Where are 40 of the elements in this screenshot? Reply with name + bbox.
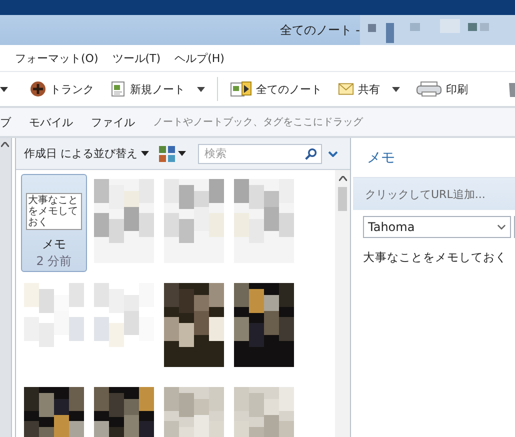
drop-hint: ノートやノートブック、タグをここにドラッグ — [153, 116, 363, 129]
all-notes-button[interactable]: 全てのノート — [226, 79, 326, 99]
share-button[interactable]: 共有 — [334, 79, 404, 99]
note-time: 2 分前 — [36, 253, 72, 270]
caret-icon[interactable] — [0, 86, 8, 92]
window-title: 全てのノート - — [280, 22, 360, 38]
note-snippet: 大事なことをメモしておく — [26, 193, 82, 230]
printer-icon — [416, 81, 442, 97]
scrollbar[interactable] — [335, 170, 350, 437]
sort-button[interactable]: 作成日 による並び替え — [24, 146, 150, 161]
note-icon — [110, 81, 126, 97]
note-body: 大事なことをメモしておく — [362, 249, 508, 265]
note-title: メモ — [42, 236, 66, 253]
thumbnail-grid-icon — [159, 146, 176, 162]
font-dropdown[interactable]: Tahoma — [363, 216, 511, 238]
search-icon — [305, 148, 318, 160]
notes-icon — [230, 81, 252, 97]
url-field[interactable]: クリックしてURL追加... — [353, 178, 515, 210]
new-note-button[interactable]: 新規ノート — [106, 79, 209, 99]
menu-item[interactable]: ツール(T) — [112, 50, 161, 66]
trunk-button[interactable]: トランク — [26, 79, 98, 99]
search-field[interactable]: 検索 — [198, 144, 322, 164]
note-card[interactable]: 大事なことをメモしておく メモ 2 分前 — [20, 174, 87, 272]
trunk-icon — [30, 81, 46, 97]
menu-item[interactable]: フォーマット(O) — [15, 50, 98, 66]
view-button[interactable] — [159, 146, 186, 162]
caret-icon — [141, 151, 150, 156]
sidebar-scrollbar[interactable] — [0, 138, 12, 437]
tab-link[interactable]: モバイル — [29, 114, 73, 130]
envelope-icon — [338, 81, 354, 97]
scroll-up-icon[interactable] — [338, 176, 346, 181]
scroll-up-icon[interactable] — [1, 142, 10, 147]
chevron-down-icon — [497, 224, 506, 230]
chevron-down-icon[interactable] — [328, 150, 338, 156]
scroll-thumb[interactable] — [338, 187, 347, 211]
tab-link[interactable]: ファイル — [91, 114, 135, 130]
caret-icon — [178, 151, 186, 156]
print-button[interactable]: 印刷 — [412, 79, 472, 99]
menu-item[interactable]: ヘルプ(H) — [174, 50, 224, 66]
tab-link[interactable]: ブ — [0, 114, 11, 130]
